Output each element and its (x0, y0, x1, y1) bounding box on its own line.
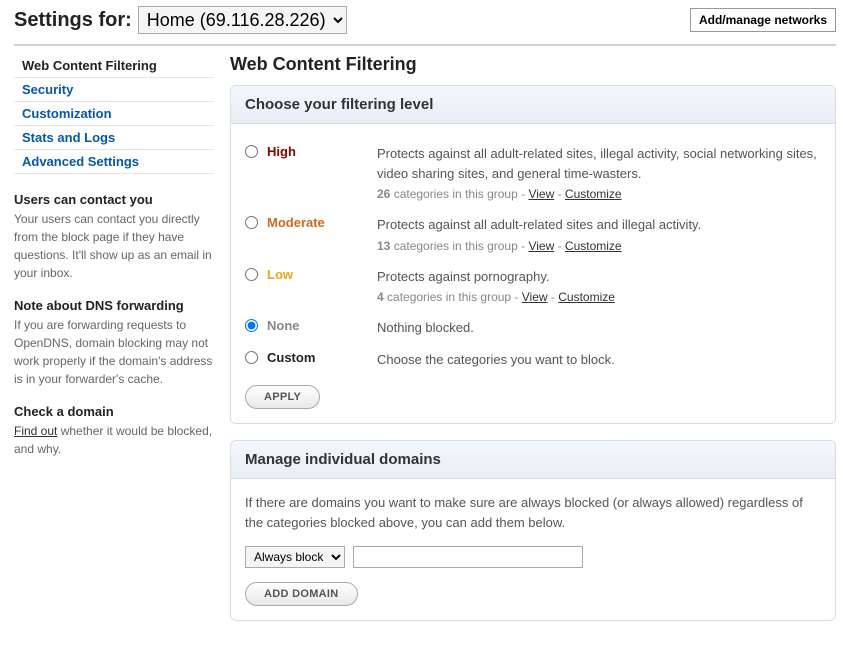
level-low-count: 4 (377, 290, 384, 304)
radio-moderate[interactable] (245, 216, 258, 229)
sidebar-contact-body: Your users can contact you directly from… (14, 210, 214, 282)
customize-moderate-link[interactable]: Customize (565, 239, 622, 253)
sidebar-section-dns: Note about DNS forwarding If you are for… (14, 298, 214, 388)
sidebar-dns-title: Note about DNS forwarding (14, 298, 214, 313)
domains-panel-body: If there are domains you want to make su… (245, 493, 821, 532)
find-out-link[interactable]: Find out (14, 424, 57, 438)
sidebar-section-check: Check a domain Find out whether it would… (14, 404, 214, 458)
level-row-custom: Custom Choose the categories you want to… (245, 344, 821, 376)
view-high-link[interactable]: View (528, 187, 554, 201)
level-name-moderate: Moderate (267, 215, 377, 230)
add-domain-button[interactable]: ADD DOMAIN (245, 582, 358, 606)
level-desc-low: Protects against pornography. (377, 269, 549, 284)
page-title: Web Content Filtering (230, 54, 836, 75)
nav-customization[interactable]: Customization (14, 102, 214, 126)
level-name-none: None (267, 318, 377, 333)
radio-low[interactable] (245, 268, 258, 281)
sidebar-contact-title: Users can contact you (14, 192, 214, 207)
level-name-custom: Custom (267, 350, 377, 365)
domains-panel-header: Manage individual domains (231, 441, 835, 479)
network-select[interactable]: Home (69.116.28.226) (138, 6, 347, 34)
level-desc-custom: Choose the categories you want to block. (377, 352, 615, 367)
nav-advanced-settings[interactable]: Advanced Settings (14, 150, 214, 174)
level-moderate-count: 13 (377, 239, 390, 253)
radio-none[interactable] (245, 319, 258, 332)
sidebar-check-body: Find out whether it would be blocked, an… (14, 422, 214, 458)
nav-web-content-filtering[interactable]: Web Content Filtering (14, 54, 214, 78)
settings-for-label: Settings for: (14, 9, 132, 32)
customize-high-link[interactable]: Customize (565, 187, 622, 201)
view-low-link[interactable]: View (522, 290, 548, 304)
level-name-high: High (267, 144, 377, 159)
add-manage-networks-button[interactable]: Add/manage networks (690, 8, 836, 32)
level-row-high: High Protects against all adult-related … (245, 138, 821, 209)
level-desc-none: Nothing blocked. (377, 320, 474, 335)
sidebar-dns-body: If you are forwarding requests to OpenDN… (14, 316, 214, 388)
level-name-low: Low (267, 267, 377, 282)
level-desc-high: Protects against all adult-related sites… (377, 146, 817, 181)
filtering-panel-header: Choose your filtering level (231, 86, 835, 124)
domain-action-select[interactable]: Always block (245, 546, 345, 568)
radio-custom[interactable] (245, 351, 258, 364)
nav-list: Web Content Filtering Security Customiza… (14, 54, 214, 174)
domain-input[interactable] (353, 546, 583, 568)
main-content: Web Content Filtering Choose your filter… (230, 54, 836, 637)
sidebar-section-contact: Users can contact you Your users can con… (14, 192, 214, 282)
level-desc-moderate: Protects against all adult-related sites… (377, 217, 701, 232)
level-row-low: Low Protects against pornography. 4 cate… (245, 261, 821, 313)
level-row-none: None Nothing blocked. (245, 312, 821, 344)
apply-button[interactable]: APPLY (245, 385, 320, 409)
view-moderate-link[interactable]: View (528, 239, 554, 253)
sidebar: Web Content Filtering Security Customiza… (14, 54, 214, 637)
nav-security[interactable]: Security (14, 78, 214, 102)
domains-panel: Manage individual domains If there are d… (230, 440, 836, 621)
customize-low-link[interactable]: Customize (558, 290, 615, 304)
top-bar: Settings for: Home (69.116.28.226) Add/m… (14, 0, 836, 46)
sidebar-check-title: Check a domain (14, 404, 214, 419)
level-high-count: 26 (377, 187, 390, 201)
filtering-panel: Choose your filtering level High Protect… (230, 85, 836, 424)
nav-stats-and-logs[interactable]: Stats and Logs (14, 126, 214, 150)
radio-high[interactable] (245, 145, 258, 158)
level-row-moderate: Moderate Protects against all adult-rela… (245, 209, 821, 261)
